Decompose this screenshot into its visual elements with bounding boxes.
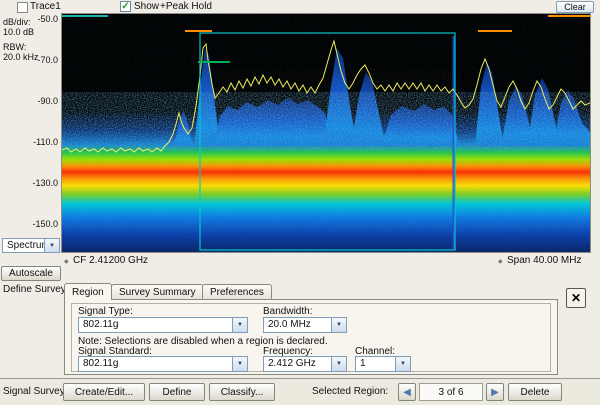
check-icon: ✓ xyxy=(121,2,129,12)
signal-type-value: 802.11g xyxy=(79,318,232,332)
chevron-down-icon: ▼ xyxy=(331,357,346,371)
show-checkbox[interactable]: ✓ xyxy=(120,1,131,12)
show-label: Show xyxy=(134,1,159,12)
define-button[interactable]: Define xyxy=(149,383,205,401)
view-selector[interactable]: Spectrum ▼ xyxy=(2,238,60,253)
delete-button[interactable]: Delete xyxy=(508,383,562,401)
previous-region-icon[interactable]: ◀ xyxy=(398,383,416,401)
next-region-icon[interactable]: ▶ xyxy=(486,383,504,401)
channel-value: 1 xyxy=(356,357,395,371)
bandwidth-value: 20.0 MHz xyxy=(264,318,331,332)
frequency-select[interactable]: 2.412 GHz ▼ xyxy=(263,356,347,372)
y-tick: -50.0 xyxy=(34,14,58,24)
y-tick: -150.0 xyxy=(30,219,58,229)
db-div-value: 10.0 dB xyxy=(3,27,34,37)
tab-survey-summary[interactable]: Survey Summary xyxy=(111,284,204,299)
y-tick: -90.0 xyxy=(34,96,58,106)
peak-hold-label: +Peak Hold xyxy=(160,1,212,12)
chevron-down-icon: ▼ xyxy=(232,357,247,371)
rbw-label: RBW: xyxy=(3,42,26,52)
signal-survey-title: Signal Survey xyxy=(3,386,65,397)
spectrogram-canvas xyxy=(62,14,590,252)
trace-swatch-icon xyxy=(17,2,28,13)
signal-standard-value: 802.11g xyxy=(79,357,232,371)
spectrum-display[interactable] xyxy=(61,13,591,253)
y-tick: -70.0 xyxy=(34,55,58,65)
define-survey-title: Define Survey xyxy=(3,284,66,295)
spectrum-analyzer-app: Trace1 ✓ Show +Peak Hold Clear dB/div: 1… xyxy=(0,0,600,405)
selected-region-label: Selected Region: xyxy=(312,386,388,397)
channel-select[interactable]: 1 ▼ xyxy=(355,356,411,372)
region-index-readout: 3 of 6 xyxy=(419,383,483,401)
frequency-value: 2.412 GHz xyxy=(264,357,331,371)
tab-preferences[interactable]: Preferences xyxy=(202,284,272,299)
trace-label: Trace1 xyxy=(30,1,61,12)
bandwidth-label: Bandwidth: xyxy=(263,306,312,317)
span-readout: Span 40.00 MHz xyxy=(507,255,582,266)
y-tick: -110.0 xyxy=(30,137,58,147)
chevron-down-icon: ▼ xyxy=(44,239,59,252)
marker-icon: ◆ xyxy=(498,258,503,265)
autoscale-button[interactable]: Autoscale xyxy=(1,266,61,281)
signal-type-label: Signal Type: xyxy=(78,306,133,317)
create-edit-button[interactable]: Create/Edit... xyxy=(63,383,145,401)
clear-button[interactable]: Clear xyxy=(556,1,594,13)
chevron-down-icon: ▼ xyxy=(331,318,346,332)
db-div-label: dB/div: xyxy=(3,17,31,27)
chevron-down-icon: ▼ xyxy=(232,318,247,332)
classify-button[interactable]: Classify... xyxy=(209,383,275,401)
view-selector-value: Spectrum xyxy=(3,239,44,252)
signal-type-select[interactable]: 802.11g ▼ xyxy=(78,317,248,333)
center-frequency-readout: CF 2.41200 GHz xyxy=(73,255,148,266)
bandwidth-select[interactable]: 20.0 MHz ▼ xyxy=(263,317,347,333)
y-tick: -130.0 xyxy=(30,178,58,188)
tab-region[interactable]: Region xyxy=(64,283,112,300)
chevron-down-icon: ▼ xyxy=(395,357,410,371)
marker-icon: ◆ xyxy=(64,258,69,265)
signal-standard-select[interactable]: 802.11g ▼ xyxy=(78,356,248,372)
close-icon[interactable]: ✕ xyxy=(566,288,586,308)
